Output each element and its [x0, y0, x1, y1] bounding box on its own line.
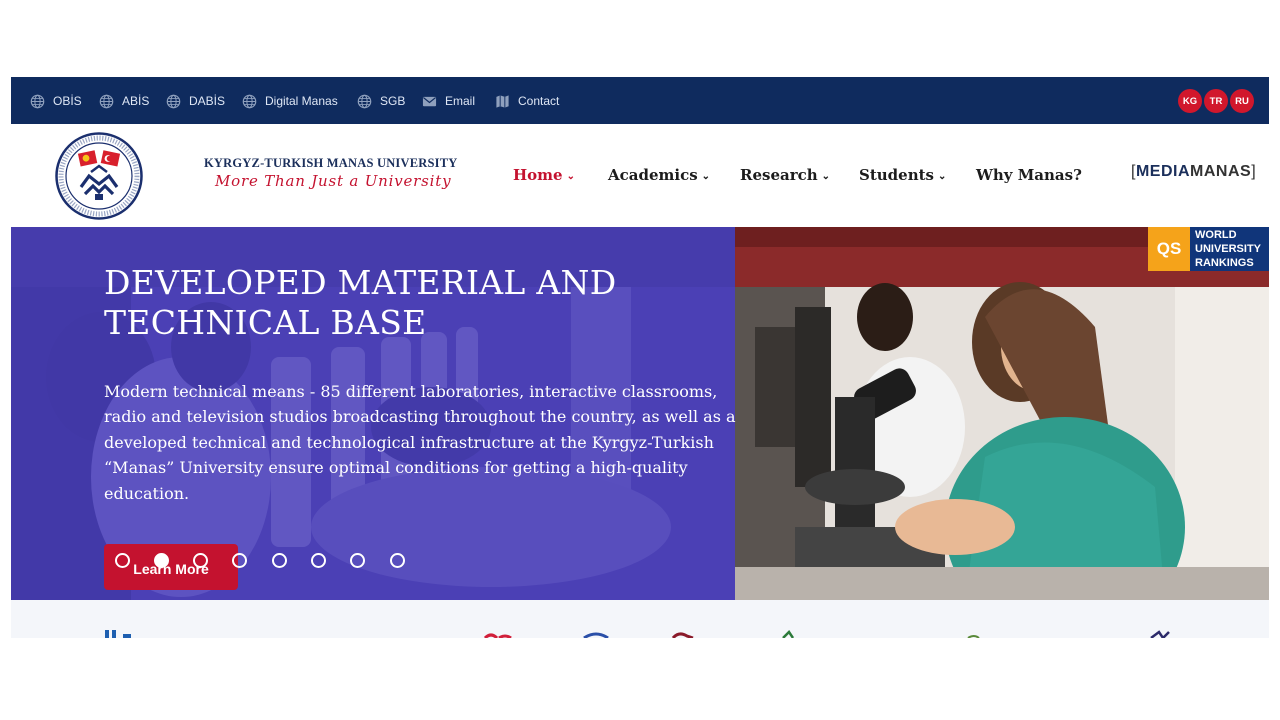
nav-research[interactable]: Research ⌄ [740, 166, 830, 186]
language-kg-button[interactable]: KG [1178, 89, 1202, 113]
topbar-link-abis[interactable]: ABİS [99, 91, 149, 111]
top-utility-bar: OBİS ABİS DABİS Digital Manas SGB Email … [11, 77, 1269, 124]
topbar-link-email[interactable]: Email [422, 91, 475, 111]
media-manas-logo[interactable]: [MEDIAMANAS] [1131, 163, 1256, 181]
topbar-link-label: ABİS [122, 94, 150, 108]
globe-icon [357, 94, 372, 108]
chevron-down-icon: ⌄ [701, 171, 711, 182]
slider-dot-1[interactable] [115, 553, 130, 568]
nav-academics[interactable]: Academics ⌄ [608, 166, 710, 186]
chevron-down-icon: ⌄ [937, 171, 947, 182]
university-slogan: More Than Just a University [215, 172, 452, 190]
slider-dot-6[interactable] [311, 553, 326, 568]
globe-icon [166, 94, 181, 108]
site-header: KYRGYZ-TURKISH MANAS UNIVERSITY More Tha… [11, 124, 1269, 227]
slider-dot-3[interactable] [193, 553, 208, 568]
topbar-link-label: DABİS [189, 94, 226, 108]
topbar-link-label: SGB [380, 94, 406, 108]
slider-dot-2[interactable] [154, 553, 169, 568]
media-logo-part2: MANAS [1190, 163, 1252, 180]
students-with-microscopes-image [735, 227, 1269, 600]
language-tr-button[interactable]: TR [1204, 89, 1228, 113]
qs-line: RANKINGS [1195, 257, 1254, 269]
nav-label: Students [859, 166, 934, 184]
topbar-link-dabis[interactable]: DABİS [166, 91, 225, 111]
map-icon [496, 94, 509, 108]
slider-dot-4[interactable] [232, 553, 247, 568]
topbar-link-digital-manas[interactable]: Digital Manas [242, 91, 338, 111]
media-logo-part1: MEDIA [1135, 163, 1191, 180]
topbar-link-label: Digital Manas [265, 94, 338, 108]
slider-dot-7[interactable] [350, 553, 365, 568]
nav-label: Research [740, 166, 818, 184]
nav-label: Academics [608, 166, 698, 184]
topbar-link-label: Contact [518, 94, 560, 108]
globe-icon [242, 94, 257, 108]
qs-line: WORLD [1195, 229, 1237, 241]
partner-logos-strip [11, 600, 1269, 638]
nav-students[interactable]: Students ⌄ [859, 166, 946, 186]
chevron-down-icon: ⌄ [821, 171, 831, 182]
envelope-icon [422, 96, 437, 106]
globe-icon [30, 94, 45, 108]
topbar-link-label: Email [445, 94, 476, 108]
nav-label: Why Manas? [976, 166, 1082, 184]
qs-badge-text: WORLD UNIVERSITY RANKINGS [1190, 227, 1269, 271]
slider-dot-8[interactable] [390, 553, 405, 568]
hero-description: Modern technical means - 85 different la… [104, 382, 736, 503]
hero-slider: DEVELOPED MATERIAL AND TECHNICAL BASE Mo… [11, 227, 1269, 600]
topbar-link-sgb[interactable]: SGB [357, 91, 405, 111]
qs-rankings-badge[interactable]: QS WORLD UNIVERSITY RANKINGS [1148, 227, 1269, 271]
qs-logo-mark: QS [1148, 227, 1190, 271]
chevron-down-icon: ⌄ [566, 171, 575, 182]
partner-logos-image [105, 630, 1170, 638]
slider-dot-5[interactable] [272, 553, 287, 568]
topbar-link-contact[interactable]: Contact [495, 91, 559, 111]
nav-home[interactable]: Home ⌄ [513, 166, 575, 186]
university-name[interactable]: KYRGYZ-TURKISH MANAS UNIVERSITY [204, 156, 457, 171]
language-ru-button[interactable]: RU [1230, 89, 1254, 113]
university-seal-logo[interactable] [55, 132, 143, 220]
topbar-link-label: OBİS [53, 94, 82, 108]
qs-line: UNIVERSITY [1195, 243, 1262, 255]
browser-viewport: OBİS ABİS DABİS Digital Manas SGB Email … [11, 77, 1269, 638]
topbar-link-obis[interactable]: OBİS [30, 91, 82, 111]
globe-icon [99, 94, 114, 108]
nav-why-manas[interactable]: Why Manas? [976, 166, 1082, 186]
hero-photo [735, 227, 1269, 600]
nav-label: Home [513, 166, 563, 184]
hero-title: DEVELOPED MATERIAL AND TECHNICAL BASE [104, 263, 617, 342]
